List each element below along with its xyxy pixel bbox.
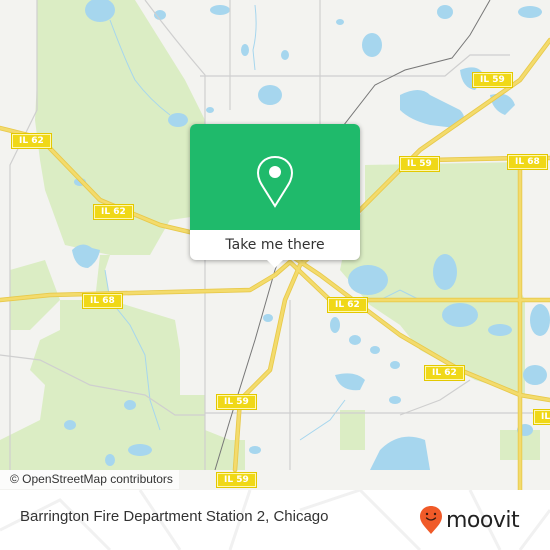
lake: [348, 265, 388, 295]
lake: [105, 454, 115, 466]
lake: [390, 361, 400, 369]
lake: [442, 303, 478, 327]
lake: [389, 396, 401, 404]
il-59-shield-south: IL 59: [216, 394, 257, 410]
lake: [370, 346, 380, 354]
lake: [530, 304, 550, 336]
moovit-logo[interactable]: moovit: [419, 500, 520, 540]
il-62-shield-center: IL 62: [327, 297, 368, 313]
lake: [128, 444, 152, 456]
il-59-shield-east: IL 59: [399, 156, 440, 172]
map-attribution[interactable]: © OpenStreetMap contributors: [0, 470, 179, 489]
minor-road: [399, 379, 471, 416]
lake-cluster-north: [400, 90, 464, 128]
take-me-there-button[interactable]: Take me there: [190, 230, 360, 260]
lake: [437, 5, 453, 19]
lake: [518, 6, 542, 18]
lake: [124, 400, 136, 410]
il-62-shield-west: IL 62: [11, 133, 52, 149]
lake: [210, 5, 230, 15]
lake: [258, 85, 282, 105]
stream: [299, 399, 346, 441]
minor-road: [9, 0, 38, 470]
il-62-shield-west-2: IL 62: [93, 204, 134, 220]
lake: [241, 44, 249, 56]
lake: [433, 254, 457, 290]
map-view[interactable]: IL 62 IL 62 IL 68 IL 59 IL 59 IL 68 IL 6…: [0, 0, 550, 490]
il-68-shield-west: IL 68: [82, 293, 123, 309]
lake: [168, 113, 188, 127]
lake: [488, 324, 512, 336]
lake: [281, 50, 289, 60]
lake-southeast: [370, 436, 430, 470]
lake: [263, 314, 273, 322]
il-59-shield-bottom: IL 59: [216, 472, 257, 488]
lake: [349, 335, 361, 345]
park-south: [340, 410, 365, 450]
il-shield-edge-right: IL: [532, 409, 550, 425]
location-pin-icon: [256, 155, 294, 208]
popup-pointer: [267, 260, 283, 268]
lake: [523, 365, 547, 385]
park-south-2: [210, 440, 245, 470]
place-title: Barrington Fire Department Station 2, Ch…: [20, 508, 329, 525]
lake: [206, 107, 214, 113]
location-popup: Take me there: [190, 124, 360, 268]
moovit-wordmark: moovit: [446, 507, 520, 533]
lake: [330, 317, 340, 333]
popup-header: [190, 124, 360, 230]
lake: [336, 19, 344, 25]
lake-south-cluster: [335, 373, 365, 391]
il-62-shield-southeast: IL 62: [424, 365, 465, 381]
lake: [362, 33, 382, 57]
lake: [249, 446, 261, 454]
il-59-shield-north: IL 59: [472, 72, 513, 88]
lake: [64, 420, 76, 430]
stream: [252, 4, 257, 71]
il-68-shield-east: IL 68: [507, 154, 548, 170]
footer-bar: Barrington Fire Department Station 2, Ch…: [0, 490, 550, 550]
moovit-pin-icon: [420, 506, 442, 534]
